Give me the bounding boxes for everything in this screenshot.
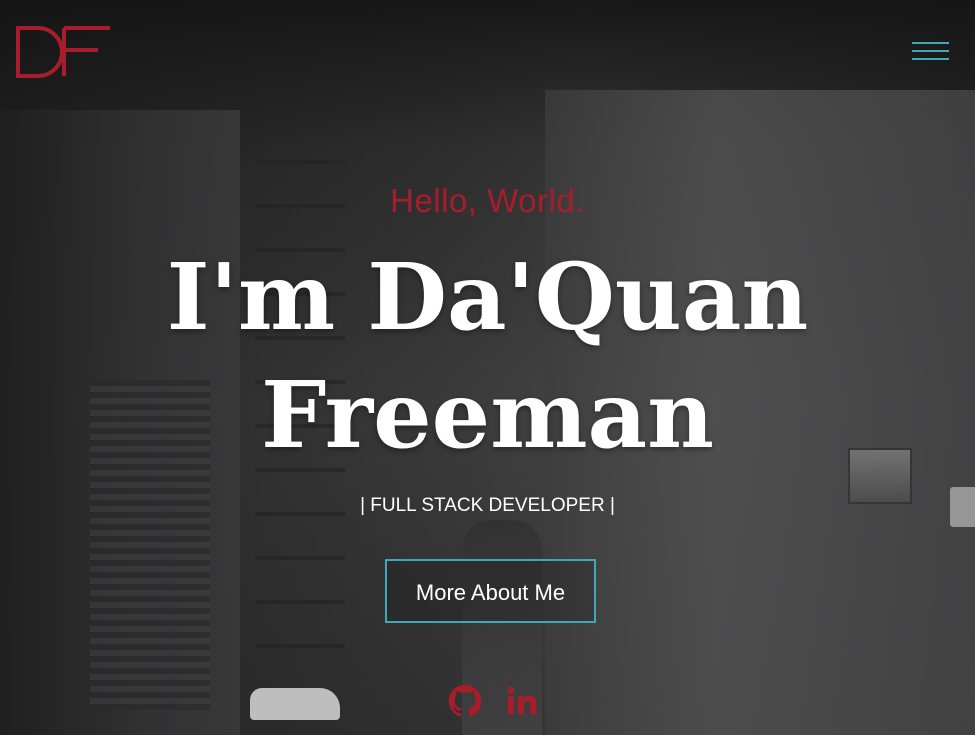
linkedin-icon[interactable] [505,684,539,720]
hamburger-menu-icon[interactable] [912,42,950,64]
more-about-me-button[interactable]: More About Me [385,559,596,623]
site-logo[interactable] [16,24,112,80]
github-icon[interactable] [448,684,482,720]
hero-name-line1: I'm Da'Quan [166,243,809,351]
background-car [250,688,340,720]
hero-name: I'm Da'Quan Freeman [0,238,975,474]
hero-greeting: Hello, World. [390,182,585,219]
hero-subtitle: | FULL STACK DEVELOPER | [360,495,615,516]
hero-name-line2: Freeman [260,361,715,469]
